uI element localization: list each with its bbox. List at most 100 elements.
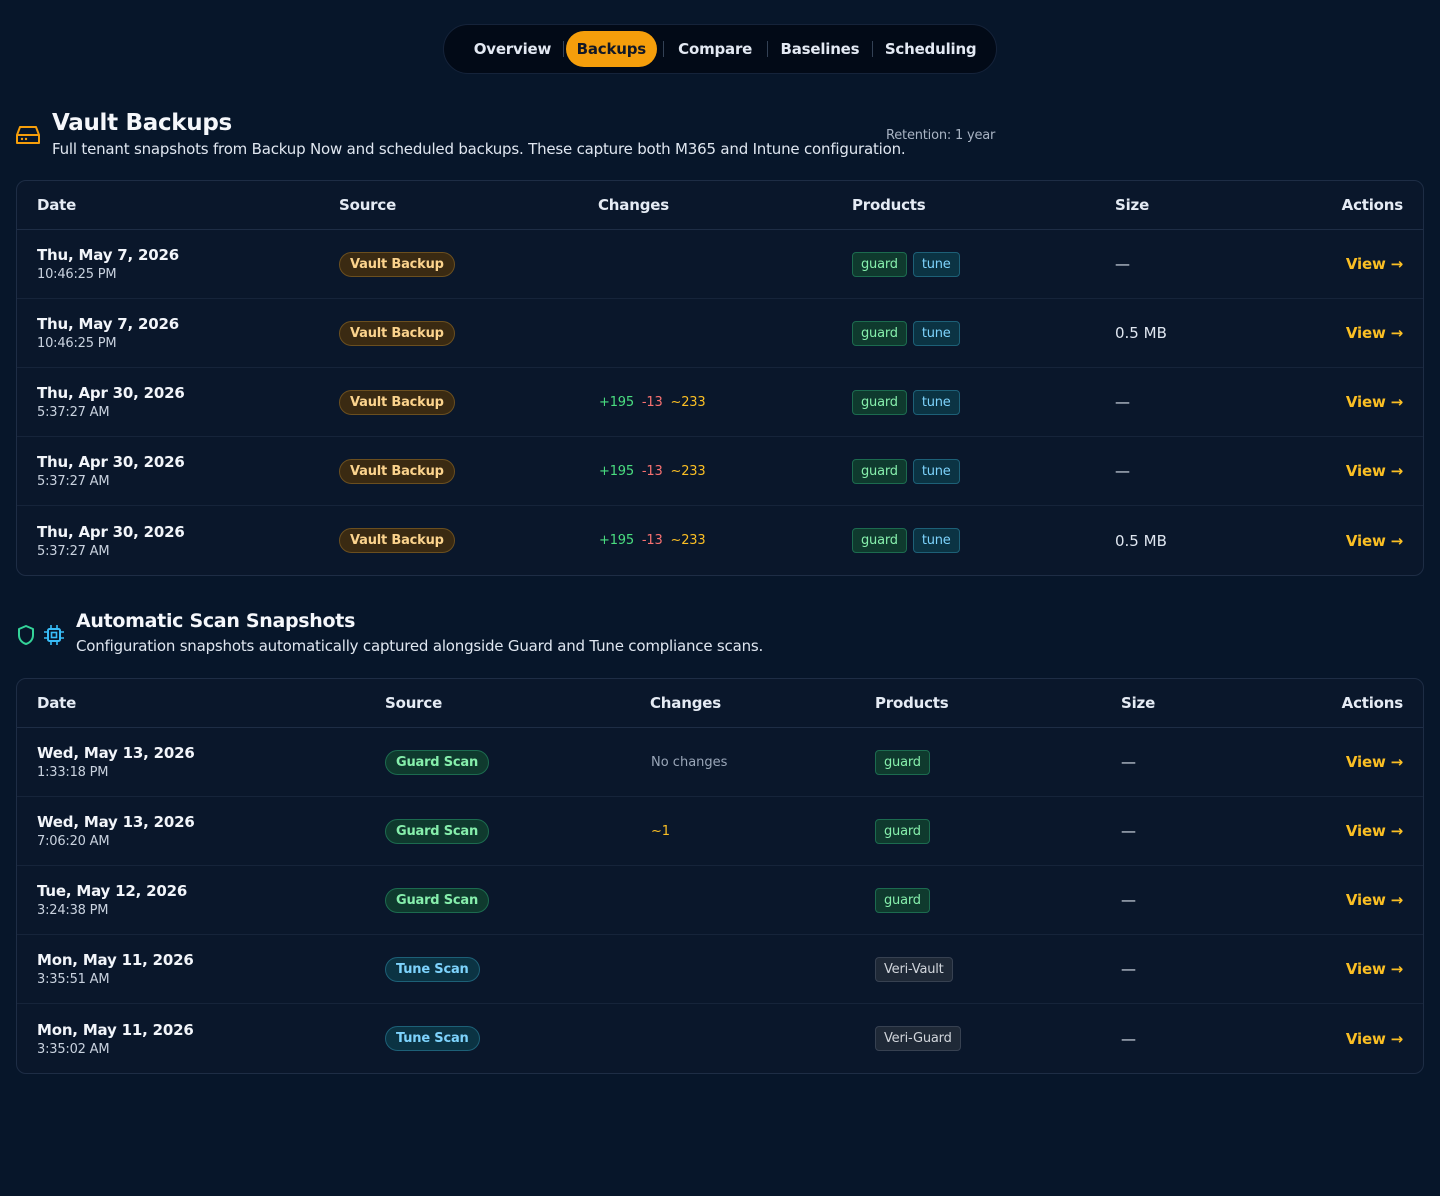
changes-cell: No changes — [651, 728, 727, 796]
source-cell: Tune Scan — [385, 1004, 480, 1073]
row-date: Tue, May 12, 2026 — [37, 882, 188, 900]
row-size: — — [1121, 822, 1136, 840]
changes-cell: ~1 — [651, 797, 678, 865]
source-cell: Vault Backup — [339, 230, 455, 298]
date-cell: Thu, Apr 30, 2026 5:37:27 AM — [37, 368, 185, 436]
actions-cell: View → — [1346, 1004, 1403, 1073]
view-link[interactable]: View → — [1346, 393, 1403, 411]
tab-baselines[interactable]: Baselines — [768, 31, 873, 67]
view-link[interactable]: View → — [1346, 960, 1403, 978]
product-chip: guard — [852, 251, 907, 277]
date-cell: Mon, May 11, 2026 3:35:51 AM — [37, 935, 194, 1003]
date-cell: Wed, May 13, 2026 7:06:20 AM — [37, 797, 195, 865]
table-row: Mon, May 11, 2026 3:35:02 AM Tune Scan Veri… — [17, 1004, 1423, 1073]
view-link[interactable]: View → — [1346, 532, 1403, 550]
size-cell: — — [1121, 1004, 1136, 1073]
row-date: Mon, May 11, 2026 — [37, 1020, 194, 1039]
modified-count: ~233 — [670, 394, 706, 410]
scan-snapshots-table: Date Source Changes Products Size Action… — [16, 678, 1424, 1074]
row-size: 0.5 MB — [1115, 324, 1167, 342]
date-cell: Thu, Apr 30, 2026 5:37:27 AM — [37, 506, 185, 575]
size-cell: 0.5 MB — [1115, 299, 1167, 367]
col-actions: Actions — [1341, 694, 1404, 712]
row-date: Thu, Apr 30, 2026 — [37, 522, 185, 541]
tab-backups[interactable]: Backups — [565, 31, 657, 67]
source-badge: Vault Backup — [339, 251, 455, 277]
row-time: 1:33:18 PM — [37, 765, 109, 780]
cpu-icon — [44, 625, 64, 645]
row-size: 0.5 MB — [1115, 531, 1167, 550]
date-cell: Thu, May 7, 2026 10:46:25 PM — [37, 299, 179, 367]
view-link[interactable]: View → — [1346, 255, 1403, 273]
size-cell: — — [1115, 368, 1130, 436]
added-count: +195 — [599, 463, 634, 479]
row-date: Thu, May 7, 2026 — [37, 246, 180, 264]
changes-cell: +195 -13 ~233 — [599, 368, 713, 436]
source-cell: Guard Scan — [385, 866, 490, 934]
modified-count: ~233 — [670, 533, 706, 548]
products-cell: guard tune — [852, 299, 966, 367]
tab-compare[interactable]: Compare — [664, 31, 767, 67]
products-cell: guard tune — [852, 506, 966, 575]
product-chip: tune — [912, 389, 960, 415]
view-link[interactable]: View → — [1346, 753, 1403, 771]
view-link[interactable]: View → — [1346, 462, 1403, 480]
row-date: Wed, May 13, 2026 — [37, 813, 195, 831]
row-size: — — [1121, 891, 1136, 909]
source-badge: Tune Scan — [385, 1026, 480, 1051]
product-chip: tune — [912, 528, 960, 553]
products-cell: guard tune — [852, 437, 966, 505]
removed-count: -13 — [641, 394, 663, 410]
product-chip: tune — [912, 458, 960, 484]
products-cell: Veri-Vault — [875, 935, 959, 1003]
product-chip: guard — [875, 818, 930, 844]
row-size: — — [1121, 960, 1136, 978]
row-date: Mon, May 11, 2026 — [37, 951, 194, 969]
products-cell: guard tune — [852, 368, 966, 436]
row-size: — — [1121, 753, 1136, 771]
product-chip: guard — [875, 887, 930, 913]
source-badge: Guard Scan — [385, 818, 490, 844]
row-time: 10:46:25 PM — [37, 336, 117, 351]
view-link[interactable]: View → — [1346, 324, 1403, 342]
row-time: 5:37:27 AM — [37, 405, 110, 420]
view-link[interactable]: View → — [1346, 822, 1403, 840]
size-cell: 0.5 MB — [1115, 506, 1167, 575]
product-chip: guard — [852, 528, 907, 553]
col-changes: Changes — [598, 196, 669, 214]
source-cell: Guard Scan — [385, 728, 490, 796]
retention-label: Retention: 1 year — [886, 128, 996, 143]
size-cell: — — [1115, 230, 1130, 298]
row-time: 5:37:27 AM — [37, 474, 110, 489]
source-badge: Guard Scan — [385, 749, 490, 775]
products-cell: Veri-Guard — [875, 1004, 967, 1073]
source-cell: Guard Scan — [385, 797, 490, 865]
tab-scheduling[interactable]: Scheduling — [873, 31, 988, 67]
actions-cell: View → — [1346, 230, 1403, 298]
row-size: — — [1121, 1029, 1136, 1048]
table-row: Tue, May 12, 2026 3:24:38 PM Guard Scan gua… — [17, 866, 1423, 935]
removed-count: -13 — [641, 463, 663, 479]
actions-cell: View → — [1346, 299, 1403, 367]
date-cell: Wed, May 13, 2026 1:33:18 PM — [37, 728, 195, 796]
source-badge: Vault Backup — [339, 458, 455, 484]
table-header: Date Source Changes Products Size Action… — [17, 679, 1423, 728]
col-changes: Changes — [650, 694, 721, 712]
actions-cell: View → — [1346, 935, 1403, 1003]
scan-title: Automatic Scan Snapshots — [76, 610, 356, 632]
row-time: 7:06:20 AM — [37, 834, 110, 849]
products-cell: guard tune — [852, 230, 966, 298]
view-link[interactable]: View → — [1346, 891, 1403, 909]
size-cell: — — [1121, 866, 1136, 934]
table-row: Thu, Apr 30, 2026 5:37:27 AM Vault Backup +… — [17, 368, 1423, 437]
section-tabs: Overview Backups Compare Baselines Sched… — [443, 24, 997, 74]
table-row: Wed, May 13, 2026 1:33:18 PM Guard Scan No … — [17, 728, 1423, 797]
col-source: Source — [339, 196, 397, 214]
view-link[interactable]: View → — [1346, 1030, 1403, 1048]
col-size: Size — [1121, 694, 1156, 712]
table-row: Wed, May 13, 2026 7:06:20 AM Guard Scan ~1 g… — [17, 797, 1423, 866]
product-chip: guard — [852, 458, 907, 484]
table-row: Mon, May 11, 2026 3:35:51 AM Tune Scan Veri… — [17, 935, 1423, 1004]
tab-overview[interactable]: Overview — [462, 31, 563, 67]
row-time: 3:24:38 PM — [37, 903, 109, 918]
